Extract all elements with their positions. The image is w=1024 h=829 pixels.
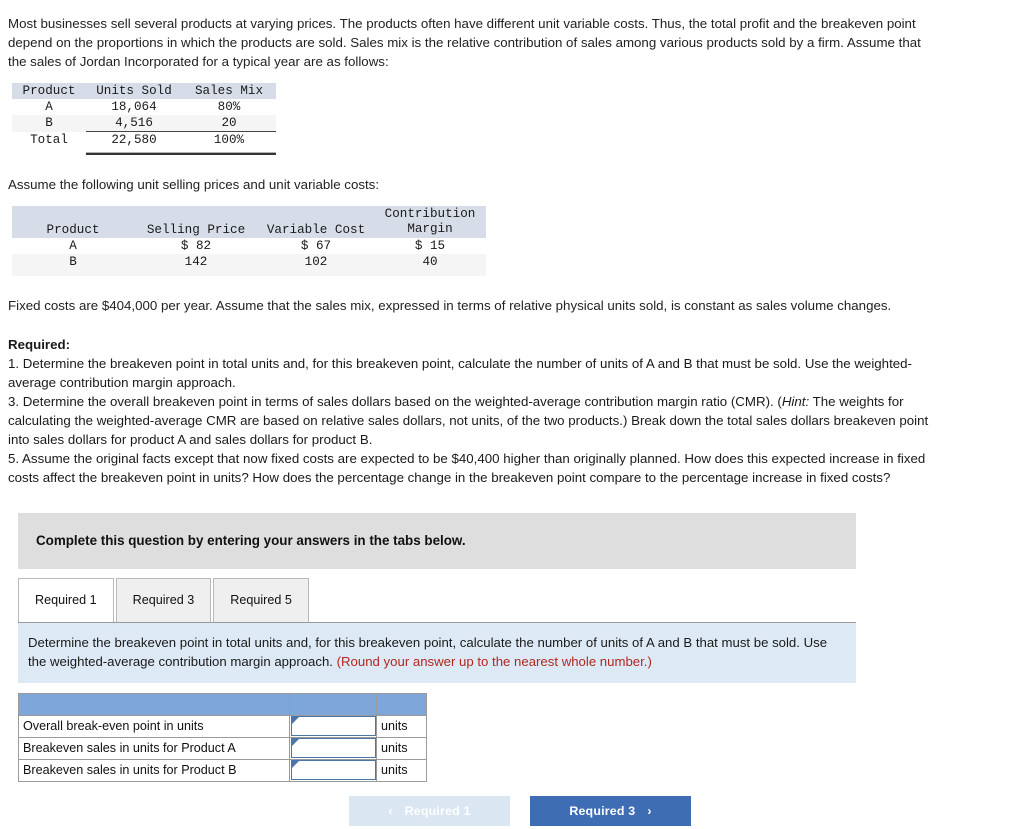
total-rule-mix <box>182 148 276 155</box>
spacer-cell <box>374 270 486 276</box>
required-block: Required: 1. Determine the breakeven poi… <box>8 335 938 487</box>
table-row: B 142 102 40 <box>12 253 486 270</box>
spacer-cell <box>12 148 86 154</box>
sales-mix-table: Product Units Sold Sales Mix A 18,064 80… <box>12 83 276 155</box>
required-item-5: 5. Assume the original facts except that… <box>8 450 926 485</box>
cell-sales-mix: 80% <box>217 100 241 114</box>
cell-selling-price: 142 <box>184 254 208 269</box>
table-row: Overall break-even point in units units <box>18 714 427 738</box>
cell-units-sold: 4,516 <box>86 115 182 132</box>
cell-product: B <box>69 254 77 269</box>
spacer-cell <box>12 270 134 276</box>
spacer-cell <box>258 270 374 276</box>
banner-text: Complete this question by entering your … <box>36 533 466 548</box>
instruction-rounding-note: (Round your answer up to the nearest who… <box>336 653 652 669</box>
complete-question-banner: Complete this question by entering your … <box>18 512 856 569</box>
answer-input-cell[interactable] <box>289 758 377 782</box>
hint-label: Hint: <box>781 393 810 409</box>
required-item-3-part-a: 3. Determine the overall breakeven point… <box>8 393 782 409</box>
answer-row-unit: units <box>376 736 427 760</box>
tab-required-5[interactable]: Required 5 <box>213 577 309 622</box>
header-cm-line1: Contribution <box>384 206 476 221</box>
cell-selling-price: $ 82 <box>180 238 212 253</box>
answer-input-cell[interactable] <box>289 714 377 738</box>
tab-required-3[interactable]: Required 3 <box>115 577 212 622</box>
answer-table: Overall break-even point in units units … <box>18 692 427 782</box>
table-row: A 18,064 80% <box>12 99 276 115</box>
table-header-row: Product Selling Price Variable Cost Cont… <box>12 205 486 238</box>
price-cost-table: Product Selling Price Variable Cost Cont… <box>12 205 486 276</box>
table-total-underline <box>12 148 276 155</box>
header-product: Product <box>12 205 134 238</box>
cell-product: B <box>45 116 53 131</box>
spacer-cell <box>134 270 258 276</box>
table-total-row: Total 22,580 100% <box>12 131 276 148</box>
chevron-left-icon: ‹ <box>388 803 393 818</box>
breakeven-units-product-b-input[interactable] <box>291 761 375 779</box>
cell-variable-cost: 102 <box>304 254 328 269</box>
header-selling-price: Selling Price <box>134 205 258 238</box>
table-row: A $ 82 $ 67 $ 15 <box>12 237 486 254</box>
input-box[interactable] <box>290 760 376 780</box>
table-row: Breakeven sales in units for Product B u… <box>18 758 427 782</box>
tab-bar: Required 1 Required 3 Required 5 <box>18 577 1024 622</box>
table-row: B 4,516 20 <box>12 115 276 132</box>
fixed-costs-paragraph: Fixed costs are $404,000 per year. Assum… <box>8 297 892 313</box>
cell-contribution-margin: $ 15 <box>414 238 446 253</box>
table-row: Breakeven sales in units for Product A u… <box>18 736 427 760</box>
header-sales-mix: Sales Mix <box>182 83 276 99</box>
header-units-sold: Units Sold <box>86 83 182 99</box>
table-bottom-spacer <box>12 269 486 276</box>
cell-total-mix: 100% <box>213 133 245 147</box>
required-heading: Required: <box>8 336 71 352</box>
required-item-1: 1. Determine the breakeven point in tota… <box>8 355 912 390</box>
answer-row-label: Breakeven sales in units for Product B <box>18 758 290 782</box>
cell-product: A <box>69 238 77 253</box>
answer-row-label: Breakeven sales in units for Product A <box>18 736 290 760</box>
answer-header-unit <box>376 692 427 716</box>
next-required-button[interactable]: Required 3 › <box>530 795 691 826</box>
cell-product: A <box>45 100 53 114</box>
chevron-right-icon: › <box>647 803 652 818</box>
cell-units-sold: 18,064 <box>111 100 157 114</box>
tab-required-1[interactable]: Required 1 <box>18 577 114 622</box>
answer-header-row <box>18 692 427 716</box>
cell-contribution-margin: 40 <box>422 254 438 269</box>
input-box[interactable] <box>290 716 376 736</box>
required-item-3: 3. Determine the overall breakeven point… <box>8 392 938 449</box>
answer-area: Overall break-even point in units units … <box>18 692 1024 782</box>
answer-row-unit: units <box>376 714 427 738</box>
next-button-label: Required 3 <box>569 803 636 818</box>
input-box[interactable] <box>290 738 376 758</box>
prev-button-label: Required 1 <box>404 803 471 818</box>
cell-variable-cost: $ 67 <box>300 238 332 253</box>
header-contribution-margin: Contribution Margin <box>374 205 486 238</box>
breakeven-units-product-a-input[interactable] <box>291 739 375 757</box>
header-product: Product <box>12 83 86 99</box>
prev-required-button[interactable]: ‹ Required 1 <box>349 795 510 826</box>
table-header-row: Product Units Sold Sales Mix <box>12 83 276 99</box>
tab-instruction-panel: Determine the breakeven point in total u… <box>18 621 856 683</box>
cell-sales-mix: 20 <box>182 115 276 132</box>
total-rule-units <box>86 148 182 155</box>
header-variable-cost: Variable Cost <box>258 205 374 238</box>
assume-line: Assume the following unit selling prices… <box>8 176 380 192</box>
intro-paragraph: Most businesses sell several products at… <box>8 16 921 69</box>
overall-breakeven-units-input[interactable] <box>291 717 375 735</box>
answer-header-label <box>18 692 290 716</box>
cell-total-units: 22,580 <box>111 133 157 147</box>
answer-header-value <box>289 692 377 716</box>
answer-row-label: Overall break-even point in units <box>18 714 290 738</box>
navigation-bar: ‹ Required 1 Required 3 › <box>8 795 1024 826</box>
header-cm-line2: Margin <box>407 221 453 236</box>
question-page: Most businesses sell several products at… <box>0 0 1024 826</box>
answer-row-unit: units <box>376 758 427 782</box>
cell-total-label: Total <box>30 132 68 147</box>
answer-input-cell[interactable] <box>289 736 377 760</box>
